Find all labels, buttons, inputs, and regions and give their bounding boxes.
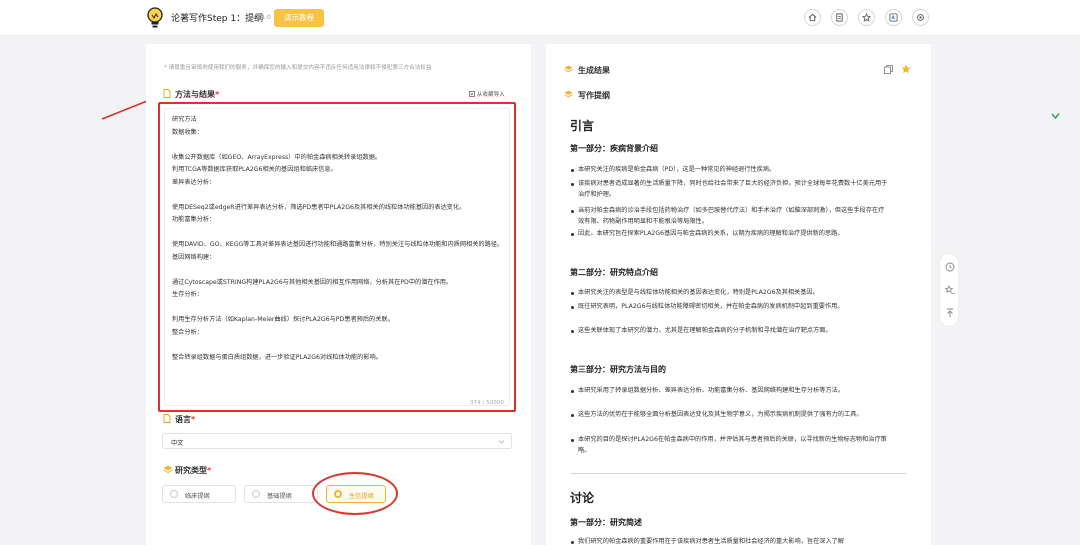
usage-notice: * 请尊重且审慎地使用我们的服务，并确保您的输入和提交内容不违反任何适用法律和不… <box>164 65 432 71</box>
stack-icon <box>564 90 573 98</box>
list-item: 这些方法的优势在于能够全面分析基因表达变化及其生物学意义，为揭示疾病机制提供了强… <box>571 410 890 421</box>
language-label: 语言* <box>175 415 196 424</box>
translate-icon <box>889 13 898 22</box>
study-type-clinical[interactable]: 临床提纲 <box>162 485 236 503</box>
methods-textarea-highlight: 研究方法 数据收集： 收集公开数据库（如GEO、ArrayExpress）中的帕… <box>158 102 516 412</box>
top-bar: 论著写作Step 1：提纲 v2.1.0 演示教程 <box>0 0 1080 36</box>
list-item: 本研究采用了转录组数据分析、差异表达分析、功能富集分析、基因网络构建和生存分析等… <box>571 386 890 397</box>
checkmark-icon <box>1051 113 1060 120</box>
part-title: 第三部分：研究方法与目的 <box>570 365 666 374</box>
section-heading: 引言 <box>570 119 595 133</box>
radio-label: 临床提纲 <box>185 493 210 500</box>
part-title: 第二部分：研究特点介绍 <box>570 268 658 277</box>
back-to-top-icon[interactable] <box>945 308 955 318</box>
list-item: 本研究的目的是探讨PLA2G6在帕金森病中的作用，并评估其与患者预后的关联，以寻… <box>571 435 890 456</box>
char-counter: 374 / 50000 <box>470 400 504 406</box>
chevron-down-icon <box>498 440 505 444</box>
list-item: 我们研究的帕金森病的重要作用在于该疾病对患者生活质量和社会经济的重大影响，旨在深… <box>571 537 890 545</box>
divider <box>570 473 906 474</box>
list-item: 既往研究表明，PLA2G6与线粒体功能障碍密切相关，并在帕金森病的发病机制中起到… <box>571 302 890 313</box>
document-button[interactable] <box>831 9 848 26</box>
side-toolbar <box>939 253 959 327</box>
methods-textarea[interactable]: 研究方法 数据收集： 收集公开数据库（如GEO、ArrayExpress）中的帕… <box>164 108 510 406</box>
import-from-favorites-link[interactable]: 从收藏导入 <box>469 90 505 98</box>
favorite-button[interactable] <box>858 9 875 26</box>
stack-icon <box>564 65 573 73</box>
result-header: 生成结果 <box>578 66 610 75</box>
favorite-list-icon[interactable] <box>945 285 955 295</box>
history-icon[interactable] <box>945 262 955 272</box>
star-icon[interactable] <box>901 64 911 74</box>
study-type-basic[interactable]: 基础提纲 <box>244 485 318 503</box>
list-item: 当前对帕金森病的诊治手段包括药物治疗（如多巴胺替代疗法）和手术治疗（如脑深部刺激… <box>571 206 890 227</box>
input-panel: * 请尊重且审慎地使用我们的服务，并确保您的输入和提交内容不违反任何适用法律和不… <box>146 44 531 545</box>
list-item: 这些关联体现了本研究的潜力，尤其是在理解帕金森病的分子机制和寻找潜在治疗靶点方面… <box>571 326 890 337</box>
radio-label: 基础提纲 <box>267 493 292 500</box>
demo-tutorial-button[interactable]: 演示教程 <box>274 9 324 27</box>
language-select[interactable]: 中文 <box>162 433 512 449</box>
import-icon <box>469 91 475 97</box>
lightbulb-logo-icon <box>147 7 163 28</box>
list-item: 因此，本研究旨在探索PLA2G6基因与帕金森病的关系，以期为疾病的理解和治疗提供… <box>571 229 890 240</box>
copy-icon[interactable] <box>884 65 893 74</box>
list-item: 本研究关注的疾病是帕金森病（PD），这是一种常见的神经退行性疾病。 <box>571 165 890 176</box>
layers-icon <box>163 465 173 474</box>
settings-button[interactable] <box>912 9 929 26</box>
app-version: v2.1.0 <box>252 14 271 21</box>
home-button[interactable] <box>804 9 821 26</box>
methods-textarea-content[interactable]: 研究方法 数据收集： 收集公开数据库（如GEO、ArrayExpress）中的帕… <box>172 114 508 364</box>
radio-dot <box>252 490 260 498</box>
translate-button[interactable] <box>885 9 902 26</box>
language-value: 中文 <box>171 440 184 447</box>
annotation-circle <box>312 472 398 515</box>
app-title: 论著写作Step 1：提纲 <box>171 14 264 24</box>
part-title: 第一部分：研究简述 <box>570 518 642 527</box>
file-icon <box>163 414 171 423</box>
part-title: 第一部分：疾病背景介绍 <box>570 144 658 153</box>
methods-label: 方法与结果* <box>175 90 220 99</box>
section-heading: 讨论 <box>570 491 595 505</box>
settings-icon <box>917 14 924 21</box>
home-icon <box>808 13 817 22</box>
list-item: 本研究关注的表型是与线粒体功能相关的基因表达变化，特别是PLA2G6及其相关基因… <box>571 288 890 299</box>
document-icon <box>836 13 843 22</box>
study-type-label: 研究类型* <box>175 466 212 475</box>
outline-label: 写作提纲 <box>578 91 610 100</box>
result-panel: 生成结果 写作提纲 引言 第一部分：疾病背景介绍 本研究关注的疾病是帕金森病（P… <box>546 44 931 545</box>
radio-dot <box>170 490 178 498</box>
list-item: 该疾病对患者造成显著的生活质量下降，同时也给社会带来了巨大的经济负担，预计全球每… <box>571 179 890 200</box>
star-icon <box>862 13 871 22</box>
file-icon <box>163 89 171 98</box>
